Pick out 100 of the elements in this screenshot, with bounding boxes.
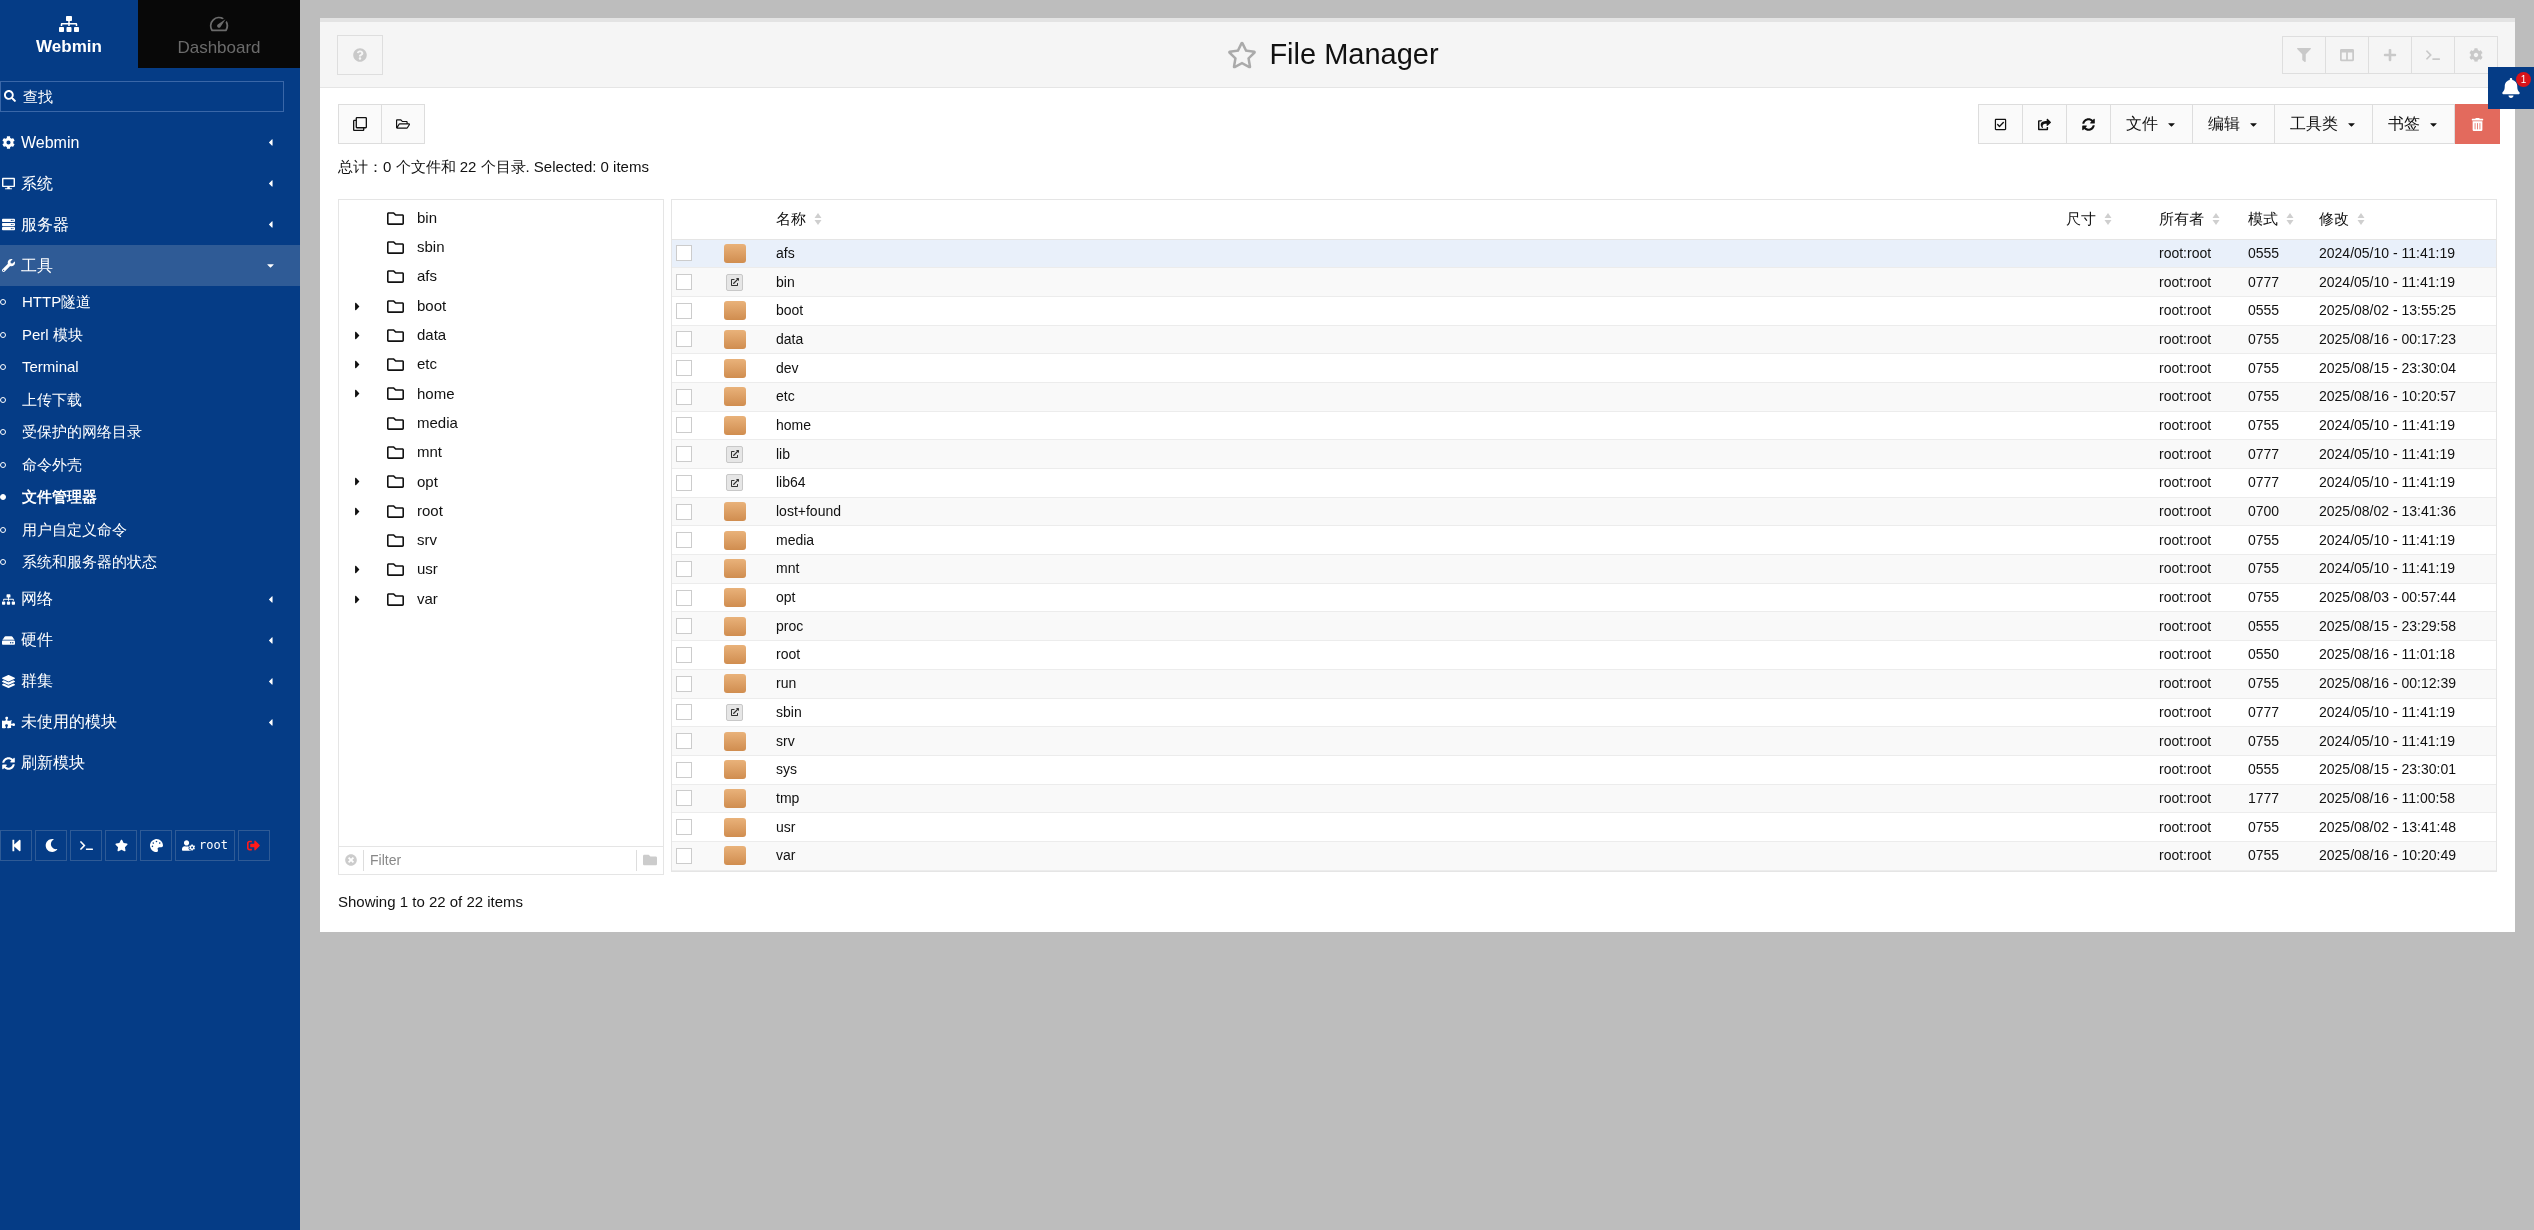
sidebar-tool-button[interactable] xyxy=(140,829,172,861)
file-row[interactable]: afs root:root 0555 2024/05/10 - 11:41:19 xyxy=(672,239,2496,269)
column-header[interactable]: 模式 xyxy=(2248,207,2319,231)
row-checkbox[interactable] xyxy=(676,761,692,778)
toolbar-button[interactable] xyxy=(2022,104,2067,144)
nav-item[interactable]: 群集 xyxy=(0,660,300,702)
nav-item[interactable]: 未使用的模块 xyxy=(0,701,300,743)
file-row[interactable]: srv root:root 0755 2024/05/10 - 11:41:19 xyxy=(672,727,2496,756)
menu-button[interactable]: 编辑 xyxy=(2192,104,2275,144)
file-row[interactable]: tmp root:root 1777 2025/08/16 - 11:00:58 xyxy=(672,784,2496,814)
sidebar-tool-button[interactable] xyxy=(70,829,102,861)
nav-item[interactable]: 服务器 xyxy=(0,204,300,245)
row-checkbox[interactable] xyxy=(676,733,692,750)
row-checkbox[interactable] xyxy=(676,417,692,434)
logout-button[interactable] xyxy=(237,829,270,861)
tree-item[interactable]: usr xyxy=(339,555,663,585)
tree-item[interactable]: data xyxy=(339,320,663,350)
column-header[interactable]: 尺寸 xyxy=(2059,207,2159,231)
sidebar-tab[interactable]: Dashboard xyxy=(138,0,300,68)
nav-item[interactable]: Webmin xyxy=(0,122,300,163)
filter-field[interactable]: Filter xyxy=(363,849,637,871)
sidebar-tool-button[interactable] xyxy=(35,829,67,861)
column-header[interactable]: 修改 xyxy=(2319,207,2496,231)
nav-subitem[interactable]: 系统和服务器的状态 xyxy=(0,546,300,579)
row-checkbox[interactable] xyxy=(676,360,692,377)
sort-icon xyxy=(2357,212,2365,226)
menu-button[interactable]: 文件 xyxy=(2110,104,2193,144)
file-row[interactable]: run root:root 0755 2025/08/16 - 00:12:39 xyxy=(672,669,2496,699)
toolbar-button[interactable] xyxy=(381,104,425,144)
row-checkbox[interactable] xyxy=(676,819,692,836)
row-checkbox[interactable] xyxy=(676,589,692,606)
notification-button[interactable]: 1 xyxy=(2488,67,2534,109)
nav-subitem[interactable]: 命令外壳 xyxy=(0,448,300,481)
tree-item[interactable]: etc xyxy=(339,350,663,380)
toolbar-button[interactable] xyxy=(2066,104,2111,144)
tree-item[interactable]: sbin xyxy=(339,232,663,263)
search-field[interactable]: 查找 xyxy=(0,81,284,112)
menu-button[interactable]: 书签 xyxy=(2372,104,2455,144)
tree-item[interactable]: srv xyxy=(339,525,663,556)
tree-item[interactable]: media xyxy=(339,408,663,438)
column-header[interactable]: 所有者 xyxy=(2159,207,2248,231)
file-row[interactable]: mnt root:root 0755 2024/05/10 - 11:41:19 xyxy=(672,555,2496,584)
header-button[interactable] xyxy=(2454,35,2498,74)
row-checkbox[interactable] xyxy=(676,646,692,663)
toolbar-button[interactable] xyxy=(338,104,382,144)
search-icon xyxy=(4,90,16,102)
toolbar-button[interactable] xyxy=(1978,104,2023,144)
row-checkbox[interactable] xyxy=(676,675,692,692)
nav-subitem[interactable]: 受保护的网络目录 xyxy=(0,416,300,449)
row-checkbox[interactable] xyxy=(676,847,692,864)
row-checkbox[interactable] xyxy=(676,274,692,291)
nav-subitem[interactable]: 文件管理器 xyxy=(0,481,300,514)
menu-button[interactable]: 工具类 xyxy=(2274,104,2373,144)
tree-item[interactable]: root xyxy=(339,496,663,526)
row-checkbox[interactable] xyxy=(676,532,692,549)
nav-item[interactable]: 硬件 xyxy=(0,619,300,661)
file-row[interactable]: var root:root 0755 2025/08/16 - 10:20:49 xyxy=(672,841,2496,871)
tree-item[interactable]: bin xyxy=(339,203,663,233)
file-row[interactable]: proc root:root 0555 2025/08/15 - 23:29:58 xyxy=(672,612,2496,642)
tree-item[interactable]: boot xyxy=(339,291,663,321)
row-checkbox[interactable] xyxy=(676,302,692,319)
nav-item[interactable]: 网络 xyxy=(0,578,300,620)
nav-subitem[interactable]: HTTP隧道 xyxy=(0,286,300,319)
sidebar-tool-button[interactable] xyxy=(105,829,137,861)
column-header[interactable]: 名称 xyxy=(776,207,2059,231)
file-row[interactable]: lib root:root 0777 2024/05/10 - 11:41:19 xyxy=(672,440,2496,469)
nav-item[interactable]: 工具 xyxy=(0,245,300,286)
delete-button[interactable] xyxy=(2455,104,2500,144)
row-checkbox[interactable] xyxy=(676,560,692,577)
row-checkbox[interactable] xyxy=(676,388,692,405)
nav-label: 网络 xyxy=(21,589,54,609)
tree-item[interactable]: mnt xyxy=(339,437,663,468)
file-row[interactable]: lost+found root:root 0700 2025/08/02 - 13:41:36 xyxy=(672,497,2496,527)
tree-item[interactable]: var xyxy=(339,584,663,614)
nav-item[interactable]: 系统 xyxy=(0,163,300,204)
sidebar-tool-button[interactable] xyxy=(0,829,32,861)
tree-item[interactable]: afs xyxy=(339,262,663,292)
file-row[interactable]: etc root:root 0755 2025/08/16 - 10:20:57 xyxy=(672,382,2496,412)
nav-subitem[interactable]: Terminal xyxy=(0,351,300,384)
folder-icon xyxy=(387,385,404,403)
tree-item[interactable]: home xyxy=(339,379,663,409)
row-checkbox[interactable] xyxy=(676,503,692,520)
file-row[interactable]: bin root:root 0777 2024/05/10 - 11:41:19 xyxy=(672,268,2496,297)
row-checkbox[interactable] xyxy=(676,446,692,463)
tree-item[interactable]: opt xyxy=(339,467,663,497)
star-icon[interactable] xyxy=(1227,39,1258,70)
row-checkbox[interactable] xyxy=(676,790,692,807)
mode-cell-text: 0555 xyxy=(2248,760,2281,780)
file-row[interactable]: data root:root 0755 2025/08/16 - 00:17:23 xyxy=(672,325,2496,355)
row-checkbox[interactable] xyxy=(676,245,692,262)
help-button[interactable] xyxy=(337,34,383,75)
user-button[interactable]: root xyxy=(175,829,235,861)
row-checkbox[interactable] xyxy=(676,618,692,635)
nav-subitem[interactable]: Perl 模块 xyxy=(0,318,300,351)
row-checkbox[interactable] xyxy=(676,474,692,491)
nav-subitem[interactable]: 上传下载 xyxy=(0,383,300,416)
nav-subitem[interactable]: 用户自定义命令 xyxy=(0,513,300,546)
nav-item[interactable]: 刷新模块 xyxy=(0,742,300,784)
row-checkbox[interactable] xyxy=(676,704,692,721)
row-checkbox[interactable] xyxy=(676,331,692,348)
